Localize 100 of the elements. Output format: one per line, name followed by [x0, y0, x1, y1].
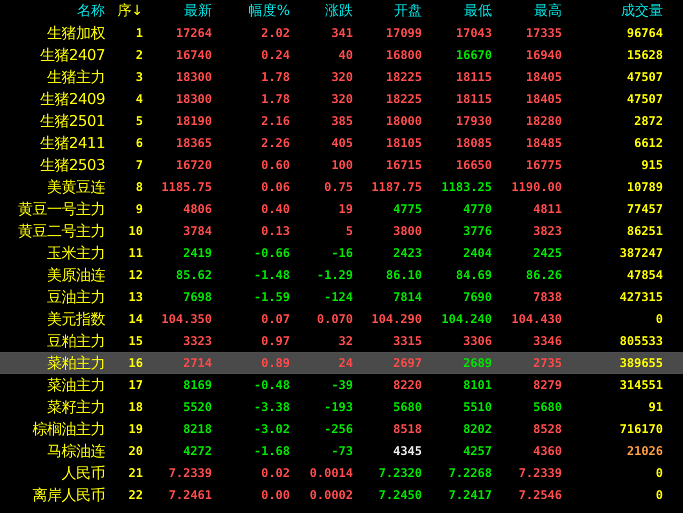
table-row[interactable]: 玉米主力 11 2419 -0.66 -16 2423 2404 2425 387247	[0, 242, 683, 264]
sort-indicator: ↓	[131, 3, 143, 19]
table-cell: 0.60	[261, 157, 290, 173]
column-header[interactable]: 最新	[184, 2, 212, 20]
table-cell: 4257	[463, 443, 492, 459]
table-row[interactable]: 豆粕主力 15 3323 0.97 32 3315 3306 3346 805533	[0, 330, 683, 352]
table-cell: 3346	[533, 333, 562, 349]
table-cell: 427315	[620, 289, 663, 305]
row-number: 18	[128, 399, 143, 415]
table-cell: 4775	[393, 201, 422, 217]
table-cell: 86.26	[526, 267, 562, 283]
table-cell: 314551	[620, 377, 663, 393]
table-row[interactable]: 生猪主力 3 18300 1.78 320 18225 18115 18405 47507	[0, 66, 683, 88]
table-cell: 0	[656, 487, 663, 503]
table-cell: 96764	[626, 25, 663, 41]
table-row[interactable]: 美原油连 12 85.62 -1.48 -1.29 86.10 84.69 86.26 47854	[0, 264, 683, 286]
row-number: 20	[128, 443, 143, 459]
table-cell: 18405	[526, 91, 562, 107]
table-row[interactable]: 生猪2501 5 18190 2.16 385 18000 17930 18280 2872	[0, 110, 683, 132]
table-cell: 0.97	[261, 333, 290, 349]
table-row[interactable]: 生猪加权 1 17264 2.02 341 17099 17043 17335 96764	[0, 22, 683, 44]
table-cell: 7838	[533, 289, 562, 305]
table-cell: 3776	[463, 223, 492, 239]
table-cell: 7.2450	[378, 487, 422, 503]
table-row[interactable]: 豆油主力 13 7698 -1.59 -124 7814 7690 7838 427315	[0, 286, 683, 308]
row-number: 1	[136, 25, 143, 41]
table-cell: 104.240	[441, 311, 492, 327]
table-row[interactable]: 生猪2409 4 18300 1.78 320 18225 18115 18405 47507	[0, 88, 683, 110]
table-cell: 85.62	[176, 267, 212, 283]
table-cell: 5510	[463, 399, 492, 415]
table-cell: 17930	[456, 113, 492, 129]
selected-row-highlight[interactable]: 菜粕主力 16 2714 0.89 24 2697 2689 2735 389655	[0, 352, 683, 374]
column-header[interactable]: 成交量	[621, 2, 663, 20]
column-header[interactable]: 序	[117, 2, 132, 20]
table-cell: 2.02	[261, 25, 290, 41]
row-number: 5	[136, 113, 143, 129]
table-cell: 2714	[183, 355, 212, 371]
table-cell: 805533	[620, 333, 663, 349]
table-row[interactable]: 美黄豆连 8 1185.75 0.06 0.75 1187.75 1183.25 1190.00 10789	[0, 176, 683, 198]
table-cell: 0.06	[261, 179, 290, 195]
column-header[interactable]: 开盘	[394, 2, 422, 20]
table-row[interactable]: 离岸人民币 22 7.2461 0.00 0.0002 7.2450 7.2417 7.2546 0	[0, 484, 683, 506]
table-cell: 7.2320	[378, 465, 422, 481]
column-header[interactable]: 最高	[534, 2, 562, 20]
table-cell: 19	[338, 201, 353, 217]
column-header[interactable]: 名称	[77, 2, 105, 20]
table-cell: 47854	[626, 267, 663, 283]
table-row[interactable]: 人民币 21 7.2339 0.02 0.0014 7.2320 7.2268 7.2339 0	[0, 462, 683, 484]
table-cell: 7814	[393, 289, 422, 305]
table-row[interactable]: 棕榈油主力 19 8218 -3.02 -256 8518 8202 8528 716170	[0, 418, 683, 440]
row-number: 9	[136, 201, 143, 217]
row-number: 22	[128, 487, 143, 503]
instrument-name: 豆油主力	[47, 288, 105, 306]
row-number: 21	[128, 465, 143, 481]
instrument-name: 菜粕主力	[47, 354, 105, 372]
table-row[interactable]: 生猪2407 2 16740 0.24 40 16800 16670 16940 15628	[0, 44, 683, 66]
table-cell: 915	[641, 157, 663, 173]
column-header[interactable]: 幅度%	[248, 2, 290, 20]
row-number: 15	[128, 333, 143, 349]
table-cell: 40	[338, 47, 353, 63]
table-cell: 16940	[526, 47, 562, 63]
table-cell: 16740	[176, 47, 212, 63]
table-row[interactable]: 黄豆一号主力 9 4806 0.40 19 4775 4770 4811 77457	[0, 198, 683, 220]
table-row[interactable]: 马棕油连 20 4272 -1.68 -73 4345 4257 4360 21026	[0, 440, 683, 462]
row-number: 10	[128, 223, 143, 239]
table-cell: 2404	[463, 245, 492, 261]
row-number: 4	[136, 91, 143, 107]
table-cell: 84.69	[456, 267, 492, 283]
column-header[interactable]: 涨跌	[325, 2, 353, 20]
table-cell: 18105	[386, 135, 422, 151]
table-cell: 4806	[183, 201, 212, 217]
table-cell: 32	[338, 333, 353, 349]
table-row[interactable]: 生猪2411 6 18365 2.26 405 18105 18085 18485 6612	[0, 132, 683, 154]
table-cell: 1.78	[261, 69, 290, 85]
table-cell: -3.02	[254, 421, 290, 437]
table-cell: 0.40	[261, 201, 290, 217]
table-cell: 16715	[386, 157, 422, 173]
table-row[interactable]: 菜籽主力 18 5520 -3.38 -193 5680 5510 5680 91	[0, 396, 683, 418]
table-cell: 17043	[456, 25, 492, 41]
table-cell: 1.78	[261, 91, 290, 107]
table-row[interactable]: 黄豆二号主力 10 3784 0.13 5 3800 3776 3823 86251	[0, 220, 683, 242]
table-cell: 3823	[533, 223, 562, 239]
table-row[interactable]: 美元指数 14 104.350 0.07 0.070 104.290 104.240 104.430 0	[0, 308, 683, 330]
table-cell: 0.13	[261, 223, 290, 239]
table-row[interactable]: 生猪2503 7 16720 0.60 100 16715 16650 16775 915	[0, 154, 683, 176]
table-cell: 18115	[456, 69, 492, 85]
table-row[interactable]: 菜油主力 17 8169 -0.48 -39 8220 8101 8279 314551	[0, 374, 683, 396]
row-number: 16	[128, 355, 143, 371]
table-cell: 10789	[626, 179, 663, 195]
column-header[interactable]: 最低	[464, 2, 492, 20]
table-cell: 1190.00	[511, 179, 562, 195]
instrument-name: 生猪2409	[40, 90, 105, 108]
table-cell: 2425	[533, 245, 562, 261]
table-cell: -193	[324, 399, 353, 415]
table-cell: 2.16	[261, 113, 290, 129]
table-cell: -1.48	[254, 267, 290, 283]
table-cell: 320	[331, 69, 353, 85]
table-cell: 5	[346, 223, 353, 239]
table-cell: 4345	[393, 443, 422, 459]
instrument-name: 离岸人民币	[32, 486, 105, 504]
